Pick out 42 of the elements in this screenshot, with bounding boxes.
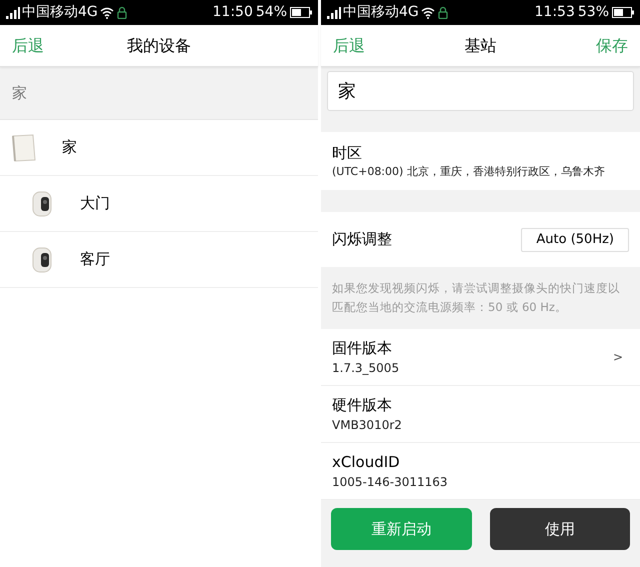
battery-percent: 53% xyxy=(578,3,609,22)
lock-icon xyxy=(438,6,448,19)
flicker-dropdown[interactable]: Auto (50Hz) xyxy=(521,228,629,252)
info-value: 1.7.3_5005 xyxy=(332,360,400,378)
clock-time: 11:50 xyxy=(212,3,253,22)
signal-icon xyxy=(327,6,341,18)
timezone-label: 时区 xyxy=(332,142,363,164)
flicker-hint: 如果您发现视频闪烁，请尝试调整摄像头的快门速度以匹配您当地的交流电源频率：50 或 60 Hz。 xyxy=(332,280,621,316)
info-label: xCloudID xyxy=(332,452,401,473)
device-row[interactable]: 大门 xyxy=(0,176,318,232)
battery-icon xyxy=(612,7,634,18)
info-row[interactable]: 固件版本 1.7.3_5005 > xyxy=(321,329,640,386)
screen-title: 基站 xyxy=(464,34,496,56)
device-row[interactable]: 客厅 xyxy=(0,232,318,288)
info-value: 1005-146-3011163 xyxy=(332,474,449,492)
screen-title: 我的设备 xyxy=(127,34,191,56)
dark-button[interactable]: 使用 xyxy=(490,508,630,550)
carrier-label: 中国移动4G xyxy=(343,3,419,22)
camera-icon xyxy=(32,246,52,272)
info-label: 硬件版本 xyxy=(332,394,393,416)
flicker-label: 闪烁调整 xyxy=(332,229,393,250)
device-name: 客厅 xyxy=(80,249,110,270)
camera-icon xyxy=(32,190,52,216)
carrier-label: 中国移动4G xyxy=(22,3,98,22)
info-label: 固件版本 xyxy=(332,338,393,359)
lock-icon xyxy=(116,6,127,19)
device-row[interactable]: 家 xyxy=(0,120,318,176)
wifi-icon xyxy=(420,6,435,18)
info-value: VMB3010r2 xyxy=(332,417,403,434)
battery-percent: 54% xyxy=(256,3,287,22)
base-station-icon xyxy=(12,134,36,162)
timezone-value: (UTC+08:00) 北京，重庆，香港特别行政区，乌鲁木齐 xyxy=(332,164,606,180)
timezone-row[interactable]: 时区 (UTC+08:00) 北京，重庆，香港特别行政区，乌鲁木齐 xyxy=(321,132,640,190)
chevron-icon: > xyxy=(612,348,623,366)
wifi-icon xyxy=(100,6,114,18)
signal-icon xyxy=(6,6,20,18)
section-label: 家 xyxy=(12,82,27,104)
battery-icon xyxy=(290,7,312,18)
name-field[interactable]: 家 xyxy=(327,71,634,111)
clock-time: 11:53 xyxy=(534,3,575,22)
device-name: 家 xyxy=(62,137,77,158)
device-name: 大门 xyxy=(80,193,110,214)
